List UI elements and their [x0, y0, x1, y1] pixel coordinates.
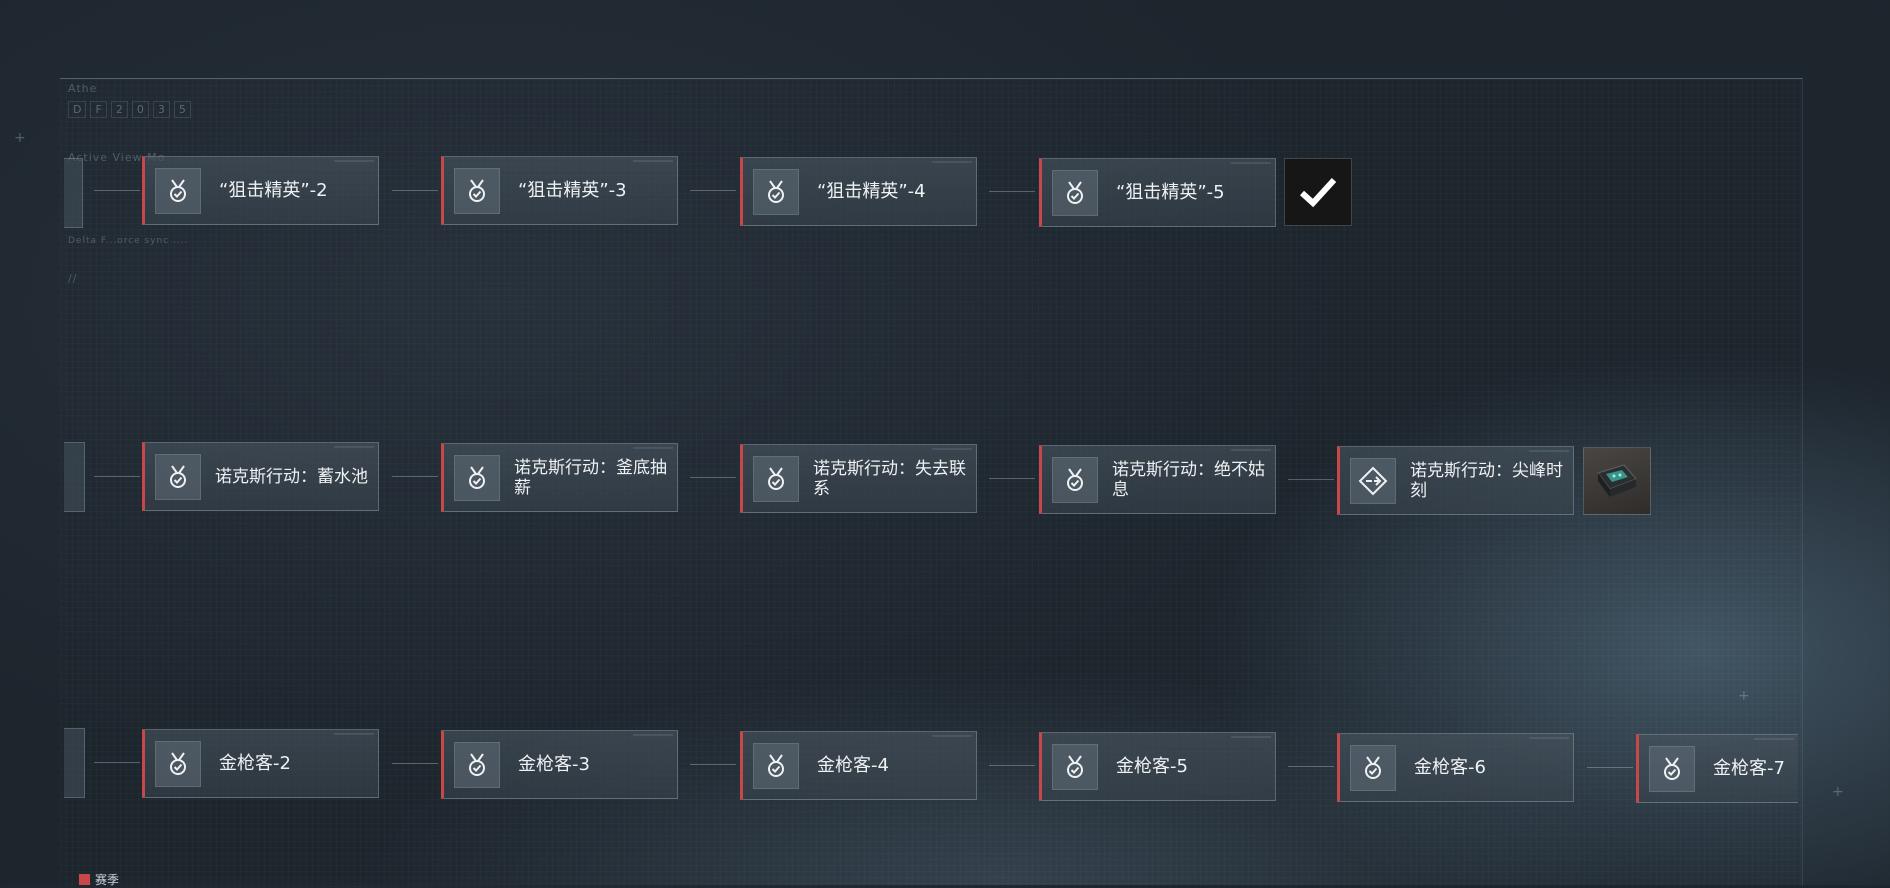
code-cell: 5: [173, 101, 191, 118]
task-card[interactable]: “狙击精英”-4: [740, 157, 977, 226]
chain-connector: [690, 190, 736, 191]
slash-label: //: [68, 272, 78, 285]
medal-icon: [753, 455, 799, 502]
task-card[interactable]: “狙击精英”-5: [1039, 158, 1276, 227]
task-title: 诺克斯行动：蓄水池: [215, 466, 368, 487]
legend-label: 赛季: [95, 873, 120, 887]
task-title: “狙击精英”-2: [219, 179, 328, 201]
medal-icon: [753, 742, 799, 789]
medal-icon: [1052, 743, 1098, 790]
device-chip-icon: [1597, 464, 1637, 497]
task-title: “狙击精英”-5: [1116, 181, 1225, 203]
task-card[interactable]: “狙击精英”-2: [142, 156, 379, 225]
code-cell: F: [90, 101, 107, 118]
offscreen-card-stub[interactable]: [64, 728, 85, 798]
task-title: 金枪客-6: [1414, 756, 1486, 778]
chain-connector: [690, 764, 736, 765]
chain-connector: [1587, 767, 1633, 768]
legend: 赛季: [79, 871, 119, 888]
medal-icon: [155, 453, 201, 500]
chain-connector: [392, 476, 438, 477]
task-title: “狙击精英”-4: [817, 180, 926, 202]
medal-icon: [155, 740, 201, 787]
task-title: 诺克斯行动：绝不姑息: [1112, 459, 1265, 500]
task-title: 金枪客-4: [817, 754, 889, 776]
code-cell: 3: [152, 101, 170, 118]
chain-connector: [989, 765, 1035, 766]
chain-connector: [94, 762, 140, 763]
task-title: “狙击精英”-3: [518, 179, 627, 201]
medal-icon: [155, 167, 201, 214]
task-title: 金枪客-5: [1116, 755, 1188, 777]
medal-icon: [1052, 456, 1098, 503]
crosshair-icon: +: [1738, 688, 1750, 704]
medal-icon: [753, 168, 799, 215]
offscreen-card-stub[interactable]: [64, 158, 83, 228]
medal-icon: [1350, 744, 1396, 791]
offscreen-card-stub[interactable]: [64, 442, 85, 512]
task-card[interactable]: 诺克斯行动：尖峰时刻: [1337, 446, 1574, 515]
checkmark-icon: [1299, 177, 1337, 208]
task-title: 金枪客-7: [1713, 757, 1785, 779]
corner-label: Athe: [68, 82, 98, 95]
task-title: 金枪客-2: [219, 752, 291, 774]
task-card[interactable]: 金枪客-5: [1039, 732, 1276, 801]
chain-connector: [989, 478, 1035, 479]
chain-connector: [690, 477, 736, 478]
chain-connector: [1288, 479, 1334, 480]
legend-swatch: [79, 874, 90, 885]
task-card[interactable]: 金枪客-4: [740, 731, 977, 800]
task-card[interactable]: 诺克斯行动：蓄水池: [142, 442, 379, 511]
medal-icon: [454, 741, 500, 788]
chain-connector: [1288, 766, 1334, 767]
medal-icon: [1052, 169, 1098, 216]
medal-icon: [454, 454, 500, 501]
task-title: 诺克斯行动：釜底抽薪: [514, 457, 667, 498]
sync-label: Delta F...orce sync ....: [68, 236, 189, 246]
task-card[interactable]: 金枪客-7: [1636, 734, 1798, 803]
crosshair-icon: +: [1832, 784, 1844, 800]
code-cell: 0: [131, 101, 149, 118]
chain-connector: [94, 476, 140, 477]
task-card[interactable]: 金枪客-3: [441, 730, 678, 799]
chain-connector: [94, 190, 140, 191]
medal-icon: [454, 167, 500, 214]
chain-connector: [989, 191, 1035, 192]
chain-connector: [392, 190, 438, 191]
task-card[interactable]: 诺克斯行动：绝不姑息: [1039, 445, 1276, 514]
medal-icon: [1649, 745, 1695, 792]
reward-device[interactable]: [1583, 447, 1651, 515]
task-title: 诺克斯行动：失去联系: [813, 458, 966, 499]
reward-checkmark[interactable]: [1284, 158, 1352, 226]
code-cell: D: [68, 101, 87, 118]
task-card[interactable]: 诺克斯行动：釜底抽薪: [441, 443, 678, 512]
diamond-arrow-icon: [1350, 457, 1396, 504]
chain-connector: [392, 763, 438, 764]
task-title: 金枪客-3: [518, 753, 590, 775]
task-card[interactable]: 金枪客-6: [1337, 733, 1574, 802]
code-cells: D F 2 0 3 5: [68, 101, 191, 118]
task-card[interactable]: 金枪客-2: [142, 729, 379, 798]
task-title: 诺克斯行动：尖峰时刻: [1410, 460, 1563, 501]
task-card[interactable]: “狙击精英”-3: [441, 156, 678, 225]
crosshair-icon: +: [14, 130, 26, 146]
task-card[interactable]: 诺克斯行动：失去联系: [740, 444, 977, 513]
code-cell: 2: [110, 101, 128, 118]
